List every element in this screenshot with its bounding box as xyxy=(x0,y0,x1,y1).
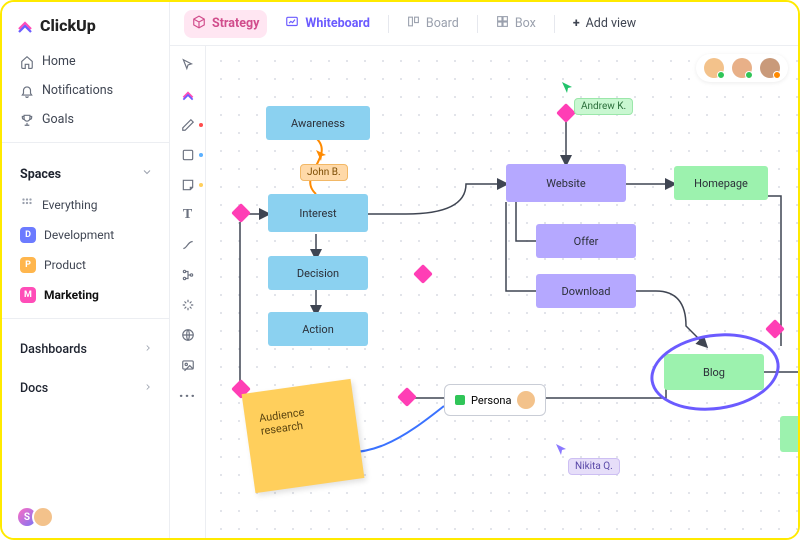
node-awareness[interactable]: Awareness xyxy=(266,106,370,140)
nav-goals[interactable]: Goals xyxy=(16,107,157,132)
tool-pen[interactable] xyxy=(179,116,197,134)
cursor-icon xyxy=(314,148,328,162)
node-decision[interactable]: Decision xyxy=(268,256,368,290)
nav-label: Goals xyxy=(42,112,74,127)
cursor-icon xyxy=(560,80,574,94)
brand-logo[interactable]: ClickUp xyxy=(16,16,157,35)
spaces-header[interactable]: Spaces xyxy=(16,161,157,187)
space-product[interactable]: P Product xyxy=(16,252,157,278)
tool-cursor[interactable] xyxy=(179,56,197,74)
breadcrumb-strategy[interactable]: Strategy xyxy=(184,10,267,38)
tool-image[interactable] xyxy=(179,356,197,374)
cursor-icon xyxy=(554,442,568,456)
cursor-label-john: John B. xyxy=(300,164,348,181)
node-partial[interactable] xyxy=(780,416,798,452)
tab-board[interactable]: Board xyxy=(399,10,467,37)
nav-label: Home xyxy=(42,54,76,69)
cursor-label-nikita: Nikita Q. xyxy=(568,458,620,475)
home-icon xyxy=(20,55,34,69)
avatar xyxy=(760,58,780,78)
tool-more[interactable]: ··· xyxy=(179,386,197,404)
bell-icon xyxy=(20,84,34,98)
whiteboard-toolstrip: T ··· xyxy=(170,46,206,538)
connector-handle[interactable] xyxy=(765,319,785,339)
presence-avatars[interactable]: S xyxy=(16,506,54,528)
dashboards-header[interactable]: Dashboards xyxy=(16,337,157,362)
cursor-label-andrew: Andrew K. xyxy=(574,98,633,115)
grid-icon xyxy=(496,15,509,32)
nav-label: Notifications xyxy=(42,83,113,98)
view-tabs: Strategy Whiteboard Board Box xyxy=(170,2,798,46)
annotation-circle xyxy=(645,325,784,418)
tool-shape[interactable] xyxy=(179,146,197,164)
add-view-button[interactable]: + Add view xyxy=(565,11,644,36)
tool-web[interactable] xyxy=(179,326,197,344)
chevron-right-icon xyxy=(143,342,153,357)
space-everything[interactable]: Everything xyxy=(16,191,157,218)
space-chip: D xyxy=(20,227,36,243)
connector-handle[interactable] xyxy=(397,387,417,407)
connector-handle[interactable] xyxy=(556,103,576,123)
connector-handle[interactable] xyxy=(231,203,251,223)
tool-connector[interactable] xyxy=(179,236,197,254)
grid-icon xyxy=(20,196,34,213)
plus-icon: + xyxy=(573,16,580,31)
nav-home[interactable]: Home xyxy=(16,49,157,74)
avatar xyxy=(704,58,724,78)
node-persona[interactable]: Persona xyxy=(444,384,546,416)
tool-ai[interactable] xyxy=(179,296,197,314)
avatar xyxy=(32,506,54,528)
tool-sticky[interactable] xyxy=(179,176,197,194)
node-interest[interactable]: Interest xyxy=(268,194,368,232)
collaborator-avatars[interactable] xyxy=(696,54,788,82)
brand-name: ClickUp xyxy=(40,16,96,35)
sticky-note[interactable]: Audience research xyxy=(242,379,365,493)
box-icon xyxy=(192,15,206,33)
tool-clickup[interactable] xyxy=(179,86,197,104)
avatar xyxy=(517,391,535,409)
tab-box[interactable]: Box xyxy=(488,10,544,37)
space-chip: P xyxy=(20,257,36,273)
whiteboard-icon xyxy=(285,15,299,33)
trophy-icon xyxy=(20,113,34,127)
tool-branch[interactable] xyxy=(179,266,197,284)
nav-notifications[interactable]: Notifications xyxy=(16,78,157,103)
node-homepage[interactable]: Homepage xyxy=(674,166,768,200)
status-square-icon xyxy=(455,395,465,405)
chevron-right-icon xyxy=(143,381,153,396)
space-marketing[interactable]: M Marketing xyxy=(16,282,157,308)
space-chip: M xyxy=(20,287,36,303)
avatar xyxy=(732,58,752,78)
node-download[interactable]: Download xyxy=(536,274,636,308)
sidebar: ClickUp Home Notifications Goals Spaces xyxy=(2,2,170,538)
whiteboard-canvas[interactable]: Awareness Interest Decision Action Websi… xyxy=(206,46,798,538)
node-action[interactable]: Action xyxy=(268,312,368,346)
tab-whiteboard[interactable]: Whiteboard xyxy=(277,10,378,38)
tool-text[interactable]: T xyxy=(179,206,197,224)
board-icon xyxy=(407,15,420,32)
connector-handle[interactable] xyxy=(413,264,433,284)
chevron-down-icon xyxy=(141,166,153,182)
main-area: Strategy Whiteboard Board Box xyxy=(170,2,798,538)
clickup-logo-icon xyxy=(16,17,34,35)
space-development[interactable]: D Development xyxy=(16,222,157,248)
node-website[interactable]: Website xyxy=(506,164,626,202)
docs-header[interactable]: Docs xyxy=(16,376,157,401)
node-offer[interactable]: Offer xyxy=(536,224,636,258)
